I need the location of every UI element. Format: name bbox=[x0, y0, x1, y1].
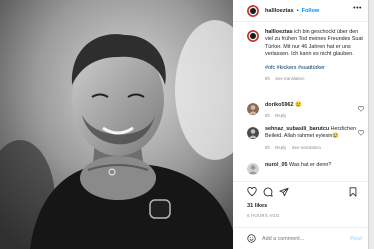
more-icon[interactable]: ••• bbox=[353, 5, 362, 12]
post-comment-button[interactable]: Post bbox=[350, 236, 362, 242]
comment-age: 8h bbox=[265, 113, 270, 119]
comment-item: nurol_05 Was hat er denn? bbox=[247, 162, 365, 175]
comment-item: sehnaz_subasili_barutcu Herzlichen Beile… bbox=[247, 126, 365, 150]
add-comment-input[interactable] bbox=[262, 235, 342, 242]
see-translation-link[interactable]: See translation bbox=[275, 76, 304, 81]
post-actions-bar bbox=[233, 181, 368, 203]
likes-count[interactable]: 31 likes bbox=[247, 203, 267, 209]
reply-link[interactable]: Reply bbox=[275, 145, 286, 150]
comment-username[interactable]: doriko5962 bbox=[265, 102, 293, 108]
caption-age: 8h bbox=[265, 76, 270, 82]
share-icon[interactable] bbox=[279, 187, 289, 197]
bookmark-icon[interactable] bbox=[348, 187, 358, 197]
add-comment-bar: Post bbox=[233, 227, 368, 249]
like-comment-heart-icon[interactable] bbox=[358, 106, 364, 112]
caption-username[interactable]: hallloeztas bbox=[265, 29, 293, 35]
post-date: 6 HOURS AGO bbox=[247, 213, 280, 218]
avatar-image bbox=[247, 4, 259, 17]
comment-body: 😢 bbox=[294, 102, 302, 108]
caption-entry: hallloeztas ich bin geschockt über den v… bbox=[247, 29, 365, 81]
post-header: hallloeztas • Follow ••• bbox=[233, 0, 368, 22]
post-side-panel: hallloeztas • Follow ••• hallloeztas ich… bbox=[233, 0, 374, 249]
comment-meta: 8h Reply bbox=[265, 113, 365, 118]
post-photo bbox=[0, 0, 233, 249]
post-photo-image bbox=[0, 0, 233, 249]
comment-text: doriko5962 😢 bbox=[265, 102, 365, 109]
author-username[interactable]: hallloeztas bbox=[265, 8, 294, 14]
commenter-avatar[interactable] bbox=[247, 103, 259, 115]
author-avatar[interactable] bbox=[247, 4, 259, 17]
comment-text: sehnaz_subasili_barutcu Herzlichen Beile… bbox=[265, 126, 365, 141]
caption-avatar[interactable] bbox=[247, 30, 259, 42]
avatar-image bbox=[247, 30, 259, 42]
see-translation-link[interactable]: See translation bbox=[292, 145, 321, 150]
comments-scroll-area[interactable]: hallloeztas ich bin geschockt über den v… bbox=[233, 22, 368, 182]
emoji-icon[interactable] bbox=[247, 234, 256, 243]
avatar-image bbox=[247, 163, 259, 175]
heart-icon[interactable] bbox=[247, 187, 257, 197]
page-scrollbar[interactable] bbox=[368, 0, 374, 249]
caption-hashtags[interactable]: #ofc #kickers #suattürker bbox=[265, 65, 365, 72]
separator-dot: • bbox=[296, 7, 299, 14]
comment-body: Was hat er denn? bbox=[288, 162, 332, 168]
follow-button[interactable]: Follow bbox=[302, 8, 320, 14]
comment-icon[interactable] bbox=[263, 187, 273, 197]
comment-item: doriko5962 😢 8h Reply bbox=[247, 102, 365, 118]
like-comment-heart-icon[interactable] bbox=[358, 130, 364, 136]
commenter-avatar[interactable] bbox=[247, 127, 259, 139]
comment-username[interactable]: nurol_05 bbox=[265, 162, 287, 168]
reply-link[interactable]: Reply bbox=[275, 113, 286, 118]
commenter-avatar[interactable] bbox=[247, 163, 259, 175]
comment-text: nurol_05 Was hat er denn? bbox=[265, 162, 365, 169]
comment-meta: 8h Reply See translation bbox=[265, 145, 365, 150]
avatar-image bbox=[247, 127, 259, 139]
comment-username[interactable]: sehnaz_subasili_barutcu bbox=[265, 126, 329, 132]
comment-age: 8h bbox=[265, 144, 270, 150]
caption-text: hallloeztas ich bin geschockt über den v… bbox=[265, 29, 365, 58]
avatar-image bbox=[247, 103, 259, 115]
caption-meta: 8h See translation bbox=[265, 76, 365, 81]
